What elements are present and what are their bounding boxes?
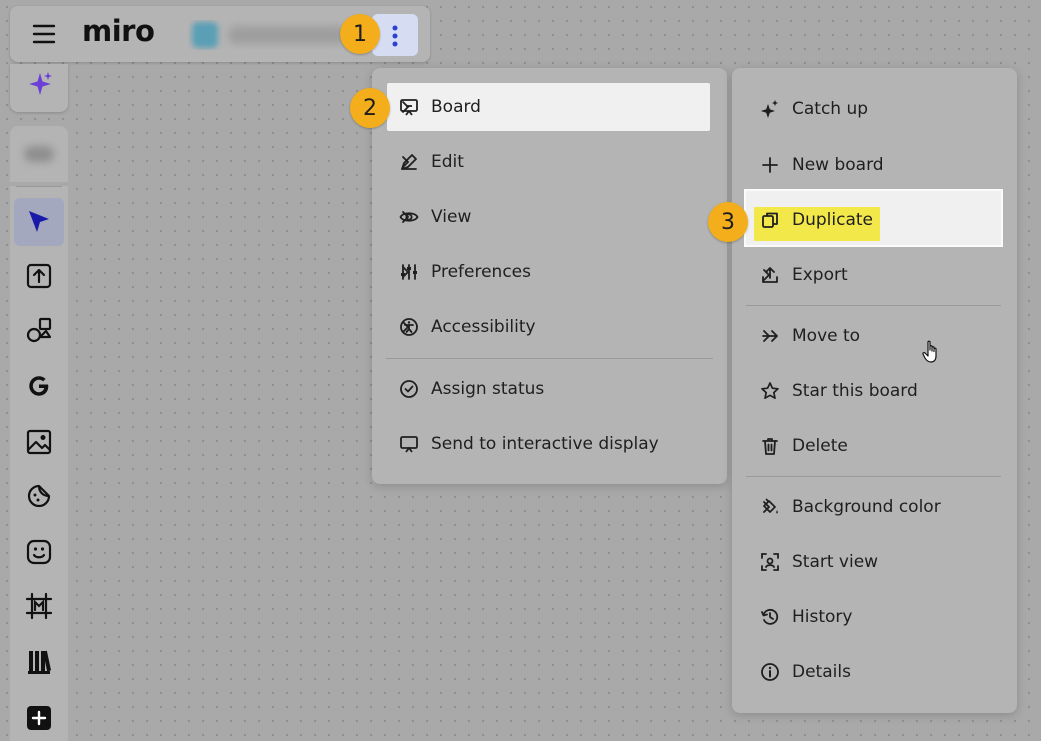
tool-sticker[interactable] xyxy=(14,472,64,520)
submenu-separator xyxy=(746,476,1001,477)
emoji-icon xyxy=(25,538,53,566)
menu-separator xyxy=(386,358,713,359)
left-toolbar xyxy=(10,186,68,741)
tool-library[interactable] xyxy=(14,638,64,686)
submenu-item-background-color[interactable]: Background color xyxy=(732,483,1017,531)
tool-google[interactable] xyxy=(14,362,64,410)
board-options-menu: Board Edit View Preferences Accessibilit… xyxy=(372,68,727,484)
image-icon xyxy=(25,428,53,456)
callout-step-3: 3 xyxy=(708,202,748,242)
tool-upload[interactable] xyxy=(14,252,64,300)
submenu-item-delete[interactable]: Delete xyxy=(732,422,1017,470)
chevron-right-icon xyxy=(760,329,772,343)
menu-item-preferences[interactable]: Preferences xyxy=(372,248,727,296)
upload-icon xyxy=(25,262,53,290)
submenu-item-details[interactable]: Details xyxy=(732,648,1017,696)
star-icon xyxy=(760,381,780,401)
board-name-chip[interactable] xyxy=(188,20,348,50)
submenu-item-move-to[interactable]: Move to xyxy=(732,312,1017,360)
tool-select[interactable] xyxy=(14,198,64,246)
miro-logo: miro xyxy=(82,14,155,48)
menu-item-assign-status[interactable]: Assign status xyxy=(372,365,727,413)
chevron-right-icon xyxy=(760,500,772,514)
hamburger-icon[interactable] xyxy=(32,23,56,45)
vertical-ellipsis-icon xyxy=(390,24,400,48)
board-avatar xyxy=(192,22,218,48)
submenu-item-export[interactable]: Export xyxy=(732,251,1017,299)
menu-item-board[interactable]: Board xyxy=(372,83,727,131)
shapes-icon xyxy=(25,316,53,344)
chevron-right-icon xyxy=(399,210,411,224)
tool-emoji[interactable] xyxy=(14,528,64,576)
hand-cursor-icon xyxy=(922,340,940,369)
menu-item-send-to-display[interactable]: Send to interactive display xyxy=(372,420,727,468)
submenu-item-history[interactable]: History xyxy=(732,593,1017,641)
ai-assist-panel[interactable] xyxy=(10,64,68,112)
tool-shapes[interactable] xyxy=(14,306,64,354)
info-icon xyxy=(760,662,780,682)
collapsed-toolbar-section[interactable] xyxy=(10,126,68,182)
menu-item-accessibility[interactable]: Accessibility xyxy=(372,303,727,351)
callout-step-2: 2 xyxy=(350,88,390,128)
menu-item-edit[interactable]: Edit xyxy=(372,138,727,186)
start-view-icon xyxy=(760,552,780,572)
display-icon xyxy=(399,434,419,454)
menu-item-view[interactable]: View xyxy=(372,193,727,241)
submenu-item-catch-up[interactable]: Catch up xyxy=(732,85,1017,133)
google-icon xyxy=(25,372,53,400)
sparkle-icon xyxy=(760,99,780,119)
chevron-right-icon xyxy=(399,100,411,114)
plus-icon xyxy=(760,155,780,175)
add-icon xyxy=(25,704,53,732)
chevron-right-icon xyxy=(399,155,411,169)
toolbar-divider xyxy=(16,186,62,187)
tool-frame[interactable] xyxy=(14,582,64,630)
tool-add-more[interactable] xyxy=(14,694,64,741)
redacted-element xyxy=(24,146,54,162)
chevron-right-icon xyxy=(399,320,411,334)
chevron-right-icon xyxy=(760,268,772,282)
submenu-item-start-view[interactable]: Start view xyxy=(732,538,1017,586)
chevron-right-icon xyxy=(399,265,411,279)
submenu-item-duplicate[interactable]: Duplicate xyxy=(732,196,1017,363)
frame-icon xyxy=(25,592,53,620)
history-icon xyxy=(760,607,780,627)
sparkle-icon xyxy=(26,70,54,98)
submenu-item-new-board[interactable]: New board xyxy=(732,141,1017,189)
board-name-redacted xyxy=(228,26,346,44)
duplicate-icon xyxy=(760,210,780,230)
check-circle-icon xyxy=(399,379,419,399)
sticker-icon xyxy=(25,482,53,510)
select-cursor-icon xyxy=(25,208,53,236)
callout-step-1: 1 xyxy=(340,14,380,54)
trash-icon xyxy=(760,436,780,456)
submenu-separator xyxy=(746,305,1001,306)
board-submenu: Catch up New board Duplicate Export Move… xyxy=(732,68,1017,713)
submenu-item-star-board[interactable]: Star this board xyxy=(732,367,1017,415)
library-icon xyxy=(25,648,53,676)
tool-image[interactable] xyxy=(14,418,64,466)
